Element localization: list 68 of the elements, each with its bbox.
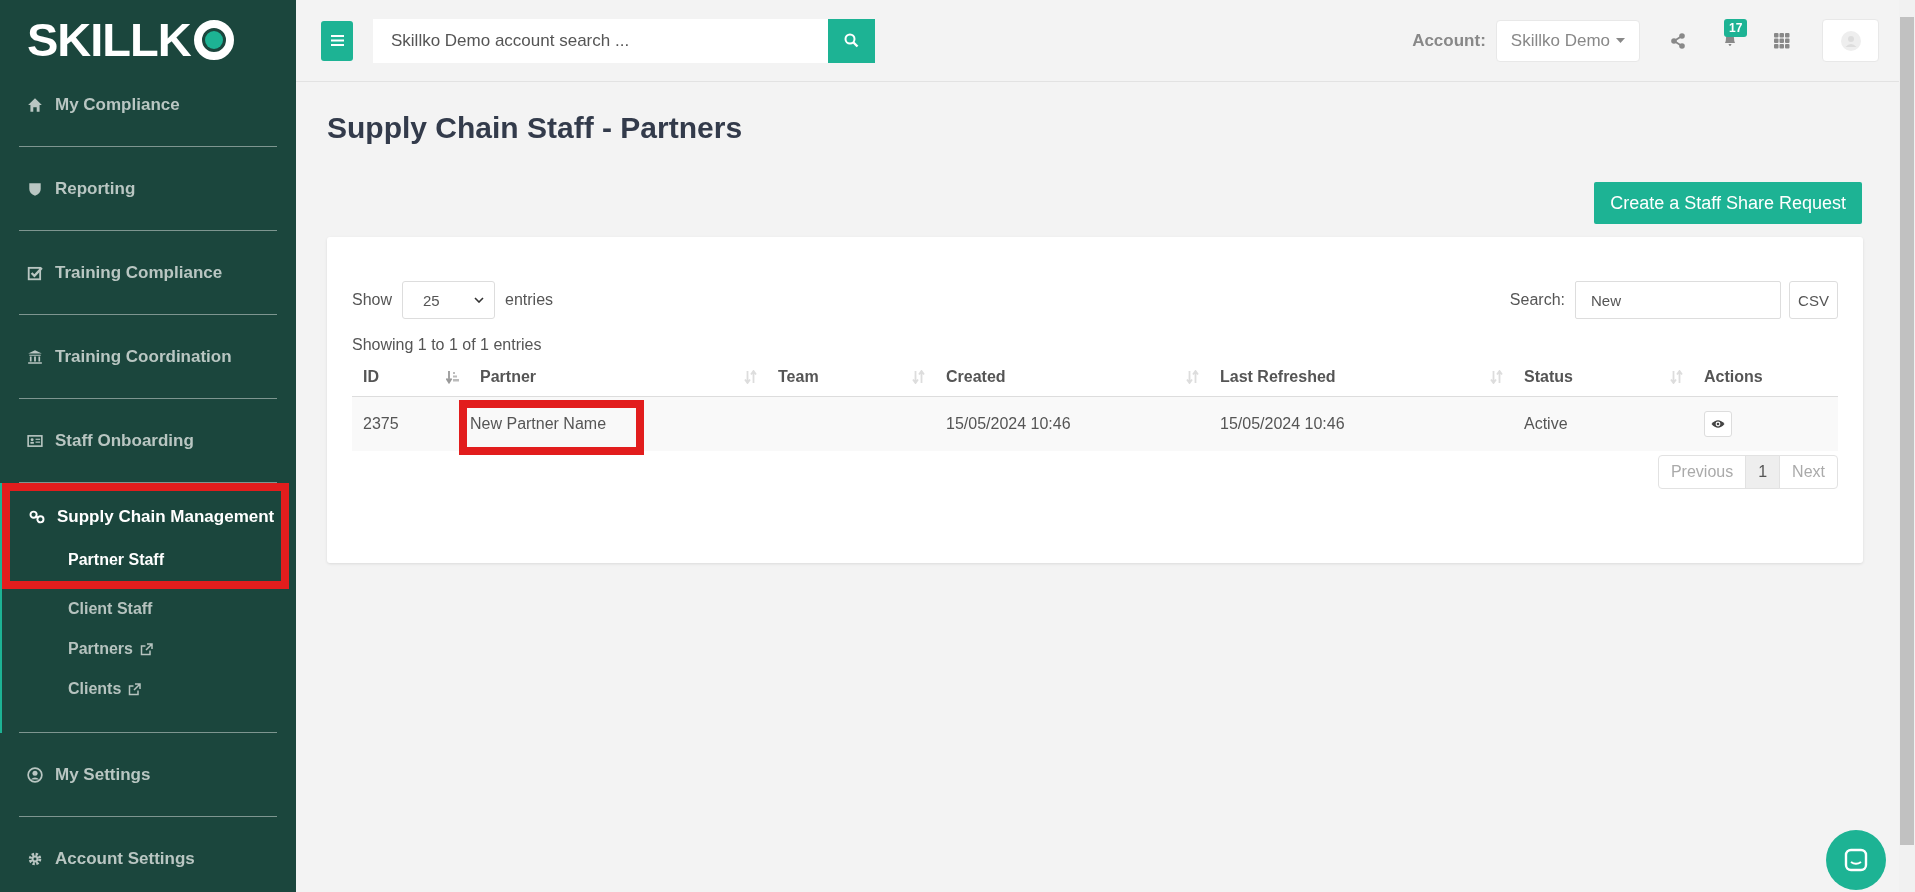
- table-cell: New Partner Name: [470, 414, 607, 432]
- nav-item[interactable]: Training Compliance: [19, 231, 277, 314]
- entries-info: Showing 1 to 1 of 1 entries: [352, 336, 543, 354]
- home-icon: [27, 96, 43, 113]
- eye-icon: [1711, 419, 1725, 429]
- checkbox-icon: [27, 264, 43, 281]
- nav-subitem[interactable]: Partner Staff: [21, 543, 281, 579]
- caret-icon: [1616, 38, 1625, 43]
- logo-ring-icon: [192, 18, 235, 61]
- share-icon[interactable]: [1670, 32, 1686, 49]
- view-button[interactable]: [1704, 411, 1732, 437]
- external-link-icon: [128, 682, 142, 696]
- nav-item[interactable]: Staff Onboarding: [19, 399, 277, 482]
- nav-item[interactable]: My Compliance: [19, 63, 277, 146]
- sort-icon: [912, 370, 925, 384]
- nav-subitem[interactable]: Partners: [21, 629, 277, 669]
- nav-subitem[interactable]: Client Staff: [21, 589, 277, 629]
- search-icon: [844, 33, 859, 48]
- search-field[interactable]: Skillko Demo account search ...: [373, 18, 828, 63]
- apps-grid-icon[interactable]: [1774, 32, 1790, 49]
- account-dropdown[interactable]: Skillko Demo: [1495, 19, 1640, 62]
- nav-item[interactable]: Reporting: [19, 147, 277, 230]
- nav-item[interactable]: Account Settings: [19, 817, 277, 892]
- table-cell: 15/05/2024 10:46: [946, 415, 1071, 433]
- nav-subitem[interactable]: Clients: [21, 669, 277, 709]
- column-header[interactable]: Partner: [469, 360, 767, 396]
- sort-icon: [1186, 370, 1199, 384]
- id-card-icon: [27, 432, 43, 449]
- notification-badge: 17: [1724, 18, 1748, 37]
- column-header: Actions: [1703, 367, 1764, 387]
- logo[interactable]: SKILLK: [0, 0, 296, 63]
- table-cell: 15/05/2024 10:46: [1220, 415, 1345, 433]
- pagination-button[interactable]: 1: [1745, 455, 1781, 489]
- chat-icon: [1844, 848, 1868, 872]
- search-button[interactable]: [828, 18, 875, 63]
- table-cell: 2375: [363, 415, 399, 433]
- external-link-icon: [139, 642, 153, 656]
- column-header[interactable]: Created: [935, 360, 1209, 396]
- page-title: Supply Chain Staff - Partners: [327, 110, 744, 146]
- nav-item[interactable]: Supply Chain Management: [21, 491, 281, 543]
- user-circle-icon: [27, 766, 43, 783]
- column-header[interactable]: Last Refreshed: [1209, 360, 1513, 396]
- account-label: Account:: [1412, 30, 1486, 51]
- sort-descending-icon: [446, 370, 459, 384]
- nav-item[interactable]: My Settings: [19, 733, 277, 816]
- link-icon: [29, 509, 45, 525]
- nav-item[interactable]: Training Coordination: [19, 315, 277, 398]
- entries-label: entries: [505, 291, 554, 309]
- sort-icon: [1490, 370, 1503, 384]
- shield-icon: [27, 180, 43, 197]
- column-header[interactable]: ID: [352, 360, 469, 396]
- chevron-down-icon: [474, 297, 485, 303]
- column-header[interactable]: Team: [767, 360, 935, 396]
- csv-button[interactable]: CSV: [1789, 281, 1838, 319]
- column-header[interactable]: Status: [1513, 360, 1693, 396]
- search-label: Search:: [1509, 291, 1565, 309]
- page-size-select[interactable]: 25: [402, 281, 496, 319]
- avatar-icon: [1840, 30, 1861, 51]
- table-cell: Active: [1524, 415, 1568, 433]
- chat-button[interactable]: [1826, 830, 1886, 890]
- settings-icon: [27, 850, 43, 867]
- sort-icon: [1670, 370, 1683, 384]
- bank-icon: [27, 348, 43, 365]
- menu-button[interactable]: [321, 20, 353, 61]
- sort-icon: [744, 370, 757, 384]
- table-search-field[interactable]: New: [1575, 281, 1781, 319]
- menu-icon: [330, 35, 344, 46]
- show-label: Show: [352, 291, 393, 309]
